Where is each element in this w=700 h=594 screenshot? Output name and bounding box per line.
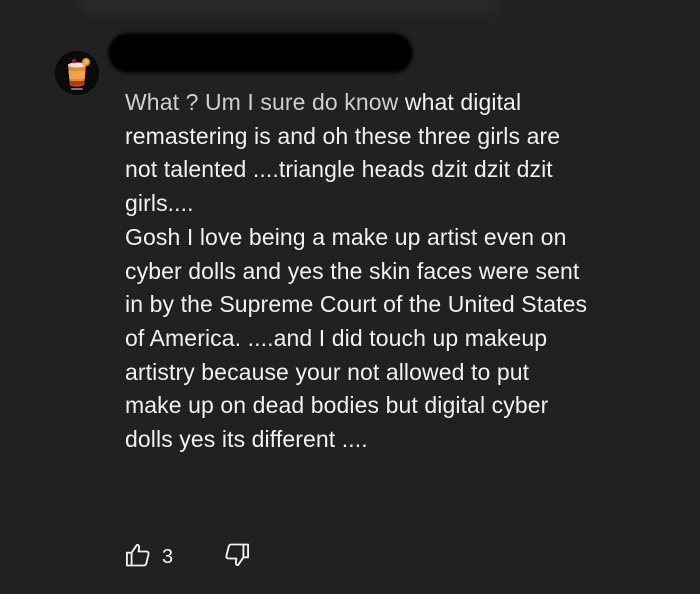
comment-lead-text: What ? Um I sure do know xyxy=(125,89,405,115)
cocktail-glass-icon xyxy=(55,51,99,95)
comment-paragraph-1: What ? Um I sure do know what digital re… xyxy=(125,86,685,221)
blurred-top-content xyxy=(80,0,500,14)
avatar[interactable] xyxy=(55,51,99,95)
redacted-username xyxy=(108,33,413,73)
comment-actions: 3 xyxy=(124,542,251,572)
thumb-up-icon xyxy=(124,541,152,574)
like-count: 3 xyxy=(162,545,174,568)
like-button[interactable]: 3 xyxy=(124,541,173,574)
comment-paragraph-2: Gosh I love being a make up artist even … xyxy=(125,223,588,453)
comment-text: What ? Um I sure do know what digital re… xyxy=(125,86,685,457)
dislike-button[interactable] xyxy=(223,541,251,574)
thumb-down-icon xyxy=(223,541,251,574)
